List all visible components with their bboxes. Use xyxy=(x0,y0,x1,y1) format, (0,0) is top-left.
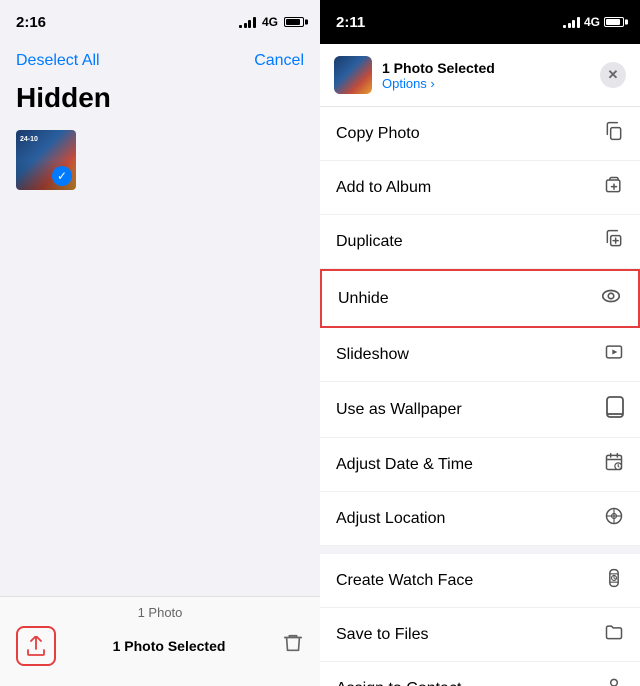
menu-item-create-watch-face[interactable]: Create Watch Face xyxy=(320,554,640,608)
share-icon xyxy=(27,636,45,656)
left-network-label: 4G xyxy=(262,15,278,29)
left-status-icons: 4G xyxy=(239,15,304,29)
menu-item-use-as-wallpaper[interactable]: Use as Wallpaper xyxy=(320,382,640,438)
header-text: 1 Photo Selected Options › xyxy=(382,60,590,91)
menu-item-icon-save-to-files xyxy=(604,622,624,647)
left-panel: 2:16 4G Deselect All Cancel Hidden 24-10… xyxy=(0,0,320,686)
deselect-all-button[interactable]: Deselect All xyxy=(16,52,100,70)
menu-item-icon-duplicate xyxy=(604,229,624,254)
photo-check-icon: ✓ xyxy=(52,166,72,186)
menu-item-label-assign-to-contact: Assign to Contact xyxy=(336,680,461,686)
menu-item-adjust-location[interactable]: Adjust Location xyxy=(320,492,640,546)
menu-item-unhide[interactable]: Unhide xyxy=(320,269,640,328)
header-options[interactable]: Options › xyxy=(382,76,590,91)
menu-item-label-slideshow: Slideshow xyxy=(336,346,409,364)
left-signal-icon xyxy=(239,16,256,28)
header-thumbnail xyxy=(334,56,372,94)
menu-item-icon-add-to-album xyxy=(604,175,624,200)
selected-count-label: 1 Photo Selected xyxy=(113,638,226,654)
menu-item-save-to-files[interactable]: Save to Files xyxy=(320,608,640,662)
page-title: Hidden xyxy=(0,78,320,126)
action-menu-list: Copy Photo Add to Album Duplicate Unhide Sli… xyxy=(320,107,640,686)
menu-divider xyxy=(320,546,640,554)
menu-item-icon-assign-to-contact xyxy=(604,676,624,686)
delete-button[interactable] xyxy=(282,632,304,660)
menu-item-label-add-to-album: Add to Album xyxy=(336,179,431,197)
menu-item-add-to-album[interactable]: Add to Album xyxy=(320,161,640,215)
left-status-bar: 2:16 4G xyxy=(0,0,320,44)
menu-item-adjust-date-time[interactable]: Adjust Date & Time xyxy=(320,438,640,492)
menu-item-label-adjust-location: Adjust Location xyxy=(336,510,445,528)
menu-item-slideshow[interactable]: Slideshow xyxy=(320,328,640,382)
right-signal-icon xyxy=(563,16,580,28)
menu-item-label-copy-photo: Copy Photo xyxy=(336,125,420,143)
menu-item-label-create-watch-face: Create Watch Face xyxy=(336,572,473,590)
left-toolbar: Deselect All Cancel xyxy=(0,44,320,78)
cancel-button[interactable]: Cancel xyxy=(254,52,304,70)
right-time: 2:11 xyxy=(336,14,365,31)
menu-item-label-use-as-wallpaper: Use as Wallpaper xyxy=(336,401,462,419)
menu-item-copy-photo[interactable]: Copy Photo xyxy=(320,107,640,161)
left-battery-icon xyxy=(284,17,304,27)
menu-item-label-unhide: Unhide xyxy=(338,290,389,308)
menu-item-icon-adjust-location xyxy=(604,506,624,531)
menu-item-assign-to-contact[interactable]: Assign to Contact xyxy=(320,662,640,686)
menu-item-label-adjust-date-time: Adjust Date & Time xyxy=(336,456,473,474)
photo-count: 1 Photo xyxy=(16,605,304,620)
right-panel: 2:11 4G 1 Photo Selected Options › ✕ Cop… xyxy=(320,0,640,686)
bottom-actions: 1 Photo Selected xyxy=(16,626,304,666)
menu-item-label-duplicate: Duplicate xyxy=(336,233,403,251)
right-status-icons: 4G xyxy=(563,15,624,29)
menu-item-icon-use-as-wallpaper xyxy=(606,396,624,423)
menu-item-icon-unhide xyxy=(600,285,622,312)
photo-grid: 24-10 ✓ xyxy=(0,126,320,194)
photo-thumbnail[interactable]: 24-10 ✓ xyxy=(16,130,76,190)
share-button[interactable] xyxy=(16,626,56,666)
menu-item-icon-slideshow xyxy=(604,342,624,367)
trash-icon xyxy=(282,632,304,654)
left-time: 2:16 xyxy=(16,14,46,31)
close-button[interactable]: ✕ xyxy=(600,62,626,88)
share-sheet-header: 1 Photo Selected Options › ✕ xyxy=(320,44,640,107)
right-network-label: 4G xyxy=(584,15,600,29)
game-score-text: 24-10 xyxy=(20,136,38,143)
menu-item-icon-create-watch-face xyxy=(604,568,624,593)
left-bottom-bar: 1 Photo 1 Photo Selected xyxy=(0,596,320,686)
menu-item-duplicate[interactable]: Duplicate xyxy=(320,215,640,269)
right-battery-icon xyxy=(604,17,624,27)
menu-item-icon-adjust-date-time xyxy=(604,452,624,477)
header-title: 1 Photo Selected xyxy=(382,60,590,76)
right-status-bar: 2:11 4G xyxy=(320,0,640,44)
menu-item-icon-copy-photo xyxy=(604,121,624,146)
menu-item-label-save-to-files: Save to Files xyxy=(336,626,428,644)
